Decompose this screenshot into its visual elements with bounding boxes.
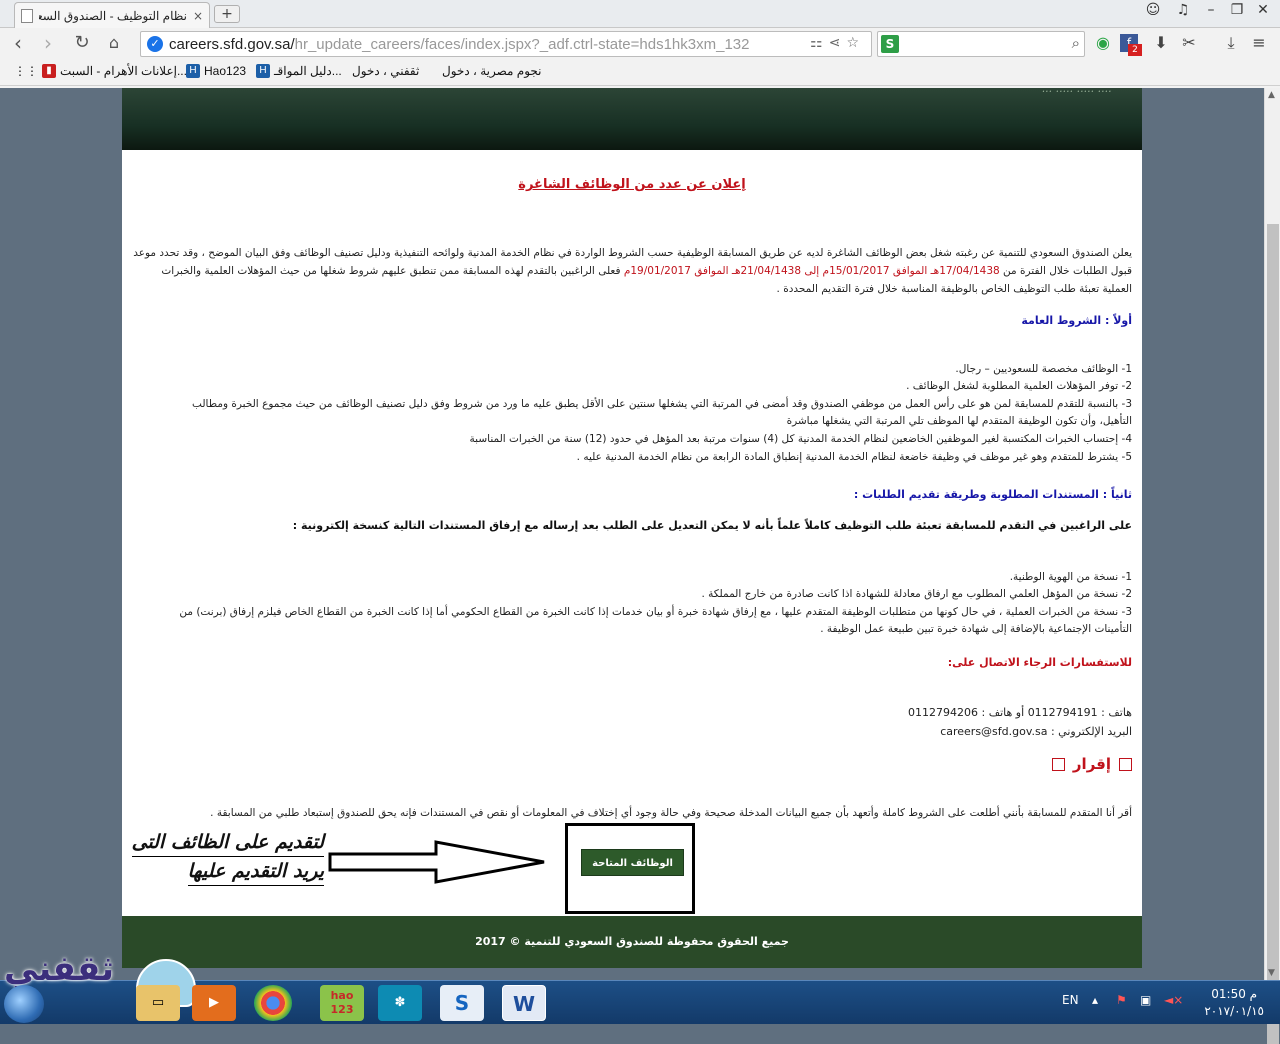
application-period: 17/04/1438هـ الموافق 15/01/2017م إلى 21/…: [623, 265, 1000, 277]
bookmark-item[interactable]: H Hao123: [186, 64, 246, 78]
site-icon: ▮: [42, 64, 56, 78]
bookmark-item[interactable]: ثقفني ، دخول: [352, 64, 419, 78]
arrow-icon: [328, 840, 545, 884]
reload-icon[interactable]: ↻: [70, 32, 94, 56]
maximize-icon[interactable]: ❐: [1226, 2, 1248, 18]
windows-taskbar: ثقفني ▭ ▶ hao 123 ✽ S W EN ▴ ⚑ ▣ ◄× 01:5…: [0, 949, 1280, 1024]
declaration-title: إقرار: [1051, 755, 1132, 773]
network-icon[interactable]: ⚑: [1116, 993, 1127, 1007]
documents-notice: على الراغبين في التقدم للمسابقة تعبئة طل…: [292, 519, 1132, 532]
scroll-up-icon[interactable]: ▲: [1268, 90, 1275, 100]
tab-title: نظام التوظيف - الصندوق السعودي: [39, 8, 187, 23]
new-tab-button[interactable]: +: [214, 5, 240, 23]
clock-date: ٢٠١٧/٠١/١٥: [1204, 1004, 1264, 1018]
phone-line: هاتف : 0112794191 أو هاتف : 0112794206: [908, 706, 1132, 719]
download-icon[interactable]: ⤓: [1220, 32, 1242, 54]
volume-icon[interactable]: ◄×: [1164, 993, 1183, 1007]
browser-tab[interactable]: نظام التوظيف - الصندوق السعودي ×: [14, 2, 210, 28]
scroll-down-icon[interactable]: ▼: [1268, 968, 1275, 978]
tray-arrow-icon[interactable]: ▴: [1092, 993, 1098, 1007]
browser-chrome: نظام التوظيف - الصندوق السعودي × + ☺ ♫ –…: [0, 0, 1280, 88]
url-path: hr_update_careers/faces/index.jspx?_adf.…: [294, 35, 750, 53]
search-engine-icon[interactable]: S: [881, 35, 899, 53]
word-icon[interactable]: W: [502, 985, 546, 1021]
back-icon[interactable]: ‹: [6, 32, 30, 56]
announcement-content: إعلان عن عدد من الوظائف الشاغرة يعلن الص…: [122, 150, 1142, 916]
bookmark-item[interactable]: H دليل المواقـ...: [256, 64, 342, 78]
condition-item: 3- بالنسبة للتقدم للمسابقة لمن هو على رأ…: [192, 398, 1132, 410]
condition-item: 2- توفر المؤهلات العلمية المطلوبة لشغل ا…: [906, 380, 1132, 392]
available-jobs-button[interactable]: الوظائف المتاحة: [581, 849, 684, 876]
bookmark-item[interactable]: نجوم مصرية ، دخول: [442, 64, 542, 78]
bookmark-item[interactable]: ▮ إعلانات الأهرام - السبت...: [42, 64, 187, 78]
site-icon: H: [186, 64, 200, 78]
apps-icon[interactable]: ⋮⋮: [14, 64, 38, 78]
video-player-icon[interactable]: ✽: [378, 985, 422, 1021]
site-banner: ... ..... ..... ....: [122, 88, 1142, 150]
condition-item: 5- يشترط للمتقدم وهو غير موظف في وظيفة خ…: [576, 451, 1132, 463]
notification-badge: 2: [1128, 44, 1142, 56]
close-tab-icon[interactable]: ×: [193, 9, 203, 23]
search-icon[interactable]: ⌕: [1072, 34, 1080, 52]
page-scrollbar[interactable]: ▲ ▼: [1264, 88, 1280, 1044]
minimize-icon[interactable]: –: [1200, 2, 1222, 18]
condition-item: 4- إحتساب الخبرات المكتسبة لغير الموظفين…: [469, 433, 1132, 445]
browser-app-icon[interactable]: S: [440, 985, 484, 1021]
navigation-toolbar: ‹ › ↻ ⌂ ✓ careers.sfd.gov.sa/ hr_update_…: [0, 28, 1280, 60]
site-footer: جميع الحقوق محفوظة للصندوق السعودي للتنم…: [122, 916, 1142, 968]
forward-icon[interactable]: ›: [36, 32, 60, 56]
inquiries-heading: للاستفسارات الرجاء الاتصال على:: [947, 656, 1132, 669]
window-close-icon[interactable]: ✕: [1252, 2, 1274, 18]
document-item: 2- نسخة من المؤهل العلمي المطلوب مع ارفا…: [701, 588, 1132, 600]
media-player-icon[interactable]: ▶: [192, 985, 236, 1021]
hao123-icon[interactable]: hao 123: [320, 985, 364, 1021]
secure-icon: ✓: [147, 36, 163, 52]
email-line: البريد الإلكتروني : careers@sfd.gov.sa: [940, 725, 1132, 738]
condition-item: التأهيل، وأن تكون الوظيفة المتقدم لها ال…: [786, 415, 1132, 427]
chrome-icon[interactable]: [254, 985, 292, 1021]
translate-icon[interactable]: ⚏: [810, 35, 829, 51]
download-helper-icon[interactable]: ⬇: [1150, 32, 1172, 54]
page-viewport: ... ..... ..... .... إعلان عن عدد من الو…: [0, 88, 1264, 980]
declaration-checkbox-alt[interactable]: [1051, 757, 1065, 771]
documents-heading: ثانياً : المستندات المطلوبة وطريقة تقديم…: [853, 488, 1132, 501]
url-host: careers.sfd.gov.sa/: [169, 35, 295, 53]
page-icon: [21, 8, 33, 23]
file-explorer-icon[interactable]: ▭: [136, 985, 180, 1021]
intro-paragraph: يعلن الصندوق السعودي للتنمية عن رغبته شغ…: [133, 247, 1132, 295]
share-icon[interactable]: ⋖: [829, 35, 847, 51]
general-conditions-heading: أولاً : الشروط العامة: [1021, 314, 1132, 327]
document-item: التأمينات الإجتماعية بالإضافة إلى شهادة …: [820, 623, 1132, 635]
document-item: 1- نسخة من الهوية الوطنية.: [1009, 571, 1132, 583]
search-box[interactable]: S ⌕: [877, 31, 1085, 57]
declaration-text: أقر أنا المتقدم للمسابقة بأنني أطلعت على…: [210, 807, 1132, 819]
address-bar[interactable]: ✓ careers.sfd.gov.sa/ hr_update_careers/…: [140, 31, 872, 57]
banner-tagline: ... ..... ..... ....: [1042, 88, 1112, 95]
address-actions[interactable]: ⚏⋖☆: [810, 35, 865, 51]
page-title: إعلان عن عدد من الوظائف الشاغرة: [518, 177, 746, 192]
account-icon[interactable]: ☺: [1142, 2, 1164, 18]
annotation-text: لتقديم على الظائف التى يريد التقديم عليه…: [124, 828, 324, 886]
language-indicator[interactable]: EN: [1062, 993, 1079, 1007]
condition-item: 1- الوظائف مخصصة للسعوديين – رجال.: [955, 363, 1132, 375]
site-watermark: ثقفني: [4, 949, 114, 989]
bookmarks-bar: ⋮⋮ نجوم مصرية ، دخول ثقفني ، دخول H دليل …: [0, 60, 1280, 86]
menu-icon[interactable]: ≡: [1248, 32, 1270, 54]
start-button[interactable]: [4, 985, 44, 1023]
bell-icon[interactable]: ♫: [1172, 2, 1194, 18]
clock-time: 01:50 م: [1211, 987, 1258, 1001]
star-icon[interactable]: ☆: [846, 35, 865, 51]
scroll-thumb[interactable]: [1267, 224, 1279, 1044]
scissors-icon[interactable]: ✂: [1178, 32, 1200, 54]
home-icon[interactable]: ⌂: [102, 32, 126, 56]
whatsapp-icon[interactable]: ◉: [1092, 32, 1114, 54]
tab-strip: نظام التوظيف - الصندوق السعودي × + ☺ ♫ –…: [0, 0, 1280, 28]
system-clock[interactable]: 01:50 م ٢٠١٧/٠١/١٥: [1204, 986, 1264, 1020]
flag-icon[interactable]: ▣: [1140, 993, 1151, 1007]
document-item: 3- نسخة من الخبرات العملية ، في حال كونه…: [179, 606, 1132, 618]
declaration-checkbox[interactable]: [1119, 757, 1132, 771]
site-icon: H: [256, 64, 270, 78]
